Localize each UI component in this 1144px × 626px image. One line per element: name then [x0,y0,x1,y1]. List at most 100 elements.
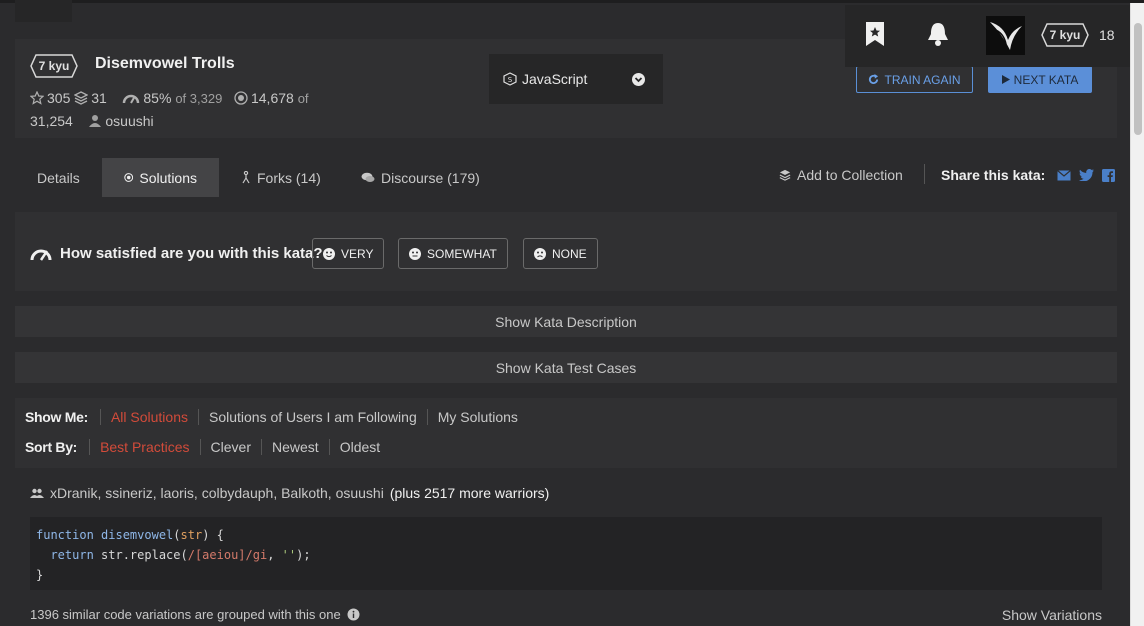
sort-newest[interactable]: Newest [261,439,329,455]
code-token: disemvowel [101,528,174,542]
nav-stub [15,0,72,22]
vote-very-button[interactable]: VERY [312,238,385,269]
window-top-edge [0,0,1144,3]
tab-solutions-label: Solutions [139,169,197,186]
target-icon [234,91,248,105]
show-tests-button[interactable]: Show Kata Test Cases [15,352,1117,383]
next-kata-button[interactable]: NEXT KATA [988,66,1092,93]
code-token: ( [173,528,181,542]
code-token: return [36,548,94,562]
sort-by-label: Sort By: [25,439,78,455]
show-tests-label: Show Kata Test Cases [495,359,637,376]
filter-following[interactable]: Solutions of Users I am Following [197,409,427,425]
user-toolbar: 7 kyu 18 [845,5,1130,67]
scrollbar-thumb[interactable] [1134,23,1142,135]
smile-icon [323,247,335,260]
add-to-collection-label: Add to Collection [797,167,903,183]
divider [924,164,925,184]
show-description-label: Show Kata Description [495,313,637,330]
vote-very-label: VERY [341,246,374,261]
variations-note: 1396 similar code variations are grouped… [30,607,360,622]
language-label: JavaScript [522,71,588,87]
share-kata: Share this kata: [941,167,1116,183]
code-token: } [36,568,44,582]
vote-somewhat-button[interactable]: SOMEWHAT [398,238,508,269]
tab-discourse[interactable]: Discourse (179) [361,158,480,197]
satisfaction-total: of 3,329 [175,91,223,106]
solution-item: xDranik, ssineriz, laoris, colbydauph, B… [15,468,1117,626]
svg-text:S: S [508,76,513,84]
code-block: function disemvowel(str) { return str.re… [30,517,1102,590]
kata-title: Disemvowel Trolls [95,55,235,72]
sort-oldest[interactable]: Oldest [328,439,390,455]
star-icon [30,91,44,105]
show-variations-button[interactable]: Show Variations [1002,607,1102,623]
kata-tabs: Details Solutions Forks (14) Discourse (… [15,138,1117,212]
facebook-icon[interactable] [1102,168,1116,182]
filter-all-solutions[interactable]: All Solutions [99,409,198,425]
vote-somewhat-label: SOMEWHAT [427,246,497,261]
gauge-icon [30,249,52,261]
tab-forks[interactable]: Forks (14) [241,158,321,197]
add-to-collection-button[interactable]: Add to Collection [779,167,903,183]
play-icon [1001,75,1010,84]
avatar[interactable] [986,16,1025,55]
code-token: , [267,548,282,562]
info-icon[interactable] [347,608,360,621]
collections-icon [779,169,791,181]
solution-filters: Show Me: All Solutions Solutions of User… [15,398,1117,468]
stars-count: 305 [47,90,71,106]
code-token: str [180,528,203,542]
more-warriors: (plus 2517 more warriors) [389,485,550,501]
collections-count: 31 [91,90,107,106]
author-link[interactable]: osuushi [105,113,153,129]
show-description-button[interactable]: Show Kata Description [15,306,1117,337]
scrollbar[interactable] [1130,3,1144,626]
language-select[interactable]: S JavaScript [489,54,663,104]
collections-icon [74,91,89,105]
bookmark-icon[interactable] [865,21,885,52]
honor-count: 18 [1099,27,1115,43]
next-kata-label: NEXT KATA [1013,72,1079,87]
code-token: str.replace( [93,548,188,562]
filter-my-solutions[interactable]: My Solutions [426,409,528,425]
gauge-icon [123,94,140,104]
show-me-label: Show Me: [25,409,88,425]
completed-of: of [297,91,309,106]
sort-clever[interactable]: Clever [199,439,261,455]
sort-by-row: Sort By: Best Practices Clever Newest Ol… [25,439,390,455]
tab-forks-label: Forks (14) [257,169,321,186]
tab-details-label: Details [37,169,80,186]
chevron-down-icon [632,73,645,86]
tab-details[interactable]: Details [37,158,80,197]
comments-icon [361,172,375,182]
fork-icon [242,170,250,183]
code-token: ) { [202,528,224,542]
bell-icon[interactable] [926,21,950,52]
train-again-button[interactable]: TRAIN AGAIN [856,66,973,93]
user-rank-label: 7 kyu [1049,28,1081,42]
sort-best-practices[interactable]: Best Practices [89,439,199,455]
show-me-row: Show Me: All Solutions Solutions of User… [25,409,528,425]
code-token: '' [281,548,297,562]
email-icon[interactable] [1057,169,1072,181]
completed-count: 14,678 [250,90,294,106]
total-count: 31,254 [30,113,73,129]
satisfaction-question: How satisfied are you with this kata? [30,245,323,262]
twitter-icon[interactable] [1079,169,1095,181]
refresh-icon [869,74,879,84]
kata-stats: 305 31 85% of 3,329 14,678 of 31,254 osu… [30,87,350,132]
code-token: ); [296,548,311,562]
neutral-face-icon [409,247,421,260]
share-label: Share this kata: [941,167,1046,183]
satisfaction-pct: 85% [143,90,172,106]
satisfaction-question-text: How satisfied are you with this kata? [60,245,323,262]
satisfaction-panel: How satisfied are you with this kata? VE… [15,212,1117,291]
user-icon [89,115,102,127]
frown-icon [534,247,546,260]
user-rank-badge[interactable]: 7 kyu [1041,23,1089,47]
vote-none-button[interactable]: NONE [523,238,598,269]
tab-solutions[interactable]: Solutions [102,158,219,197]
users-icon [30,488,44,498]
authors-list[interactable]: xDranik, ssineriz, laoris, colbydauph, B… [50,485,384,501]
